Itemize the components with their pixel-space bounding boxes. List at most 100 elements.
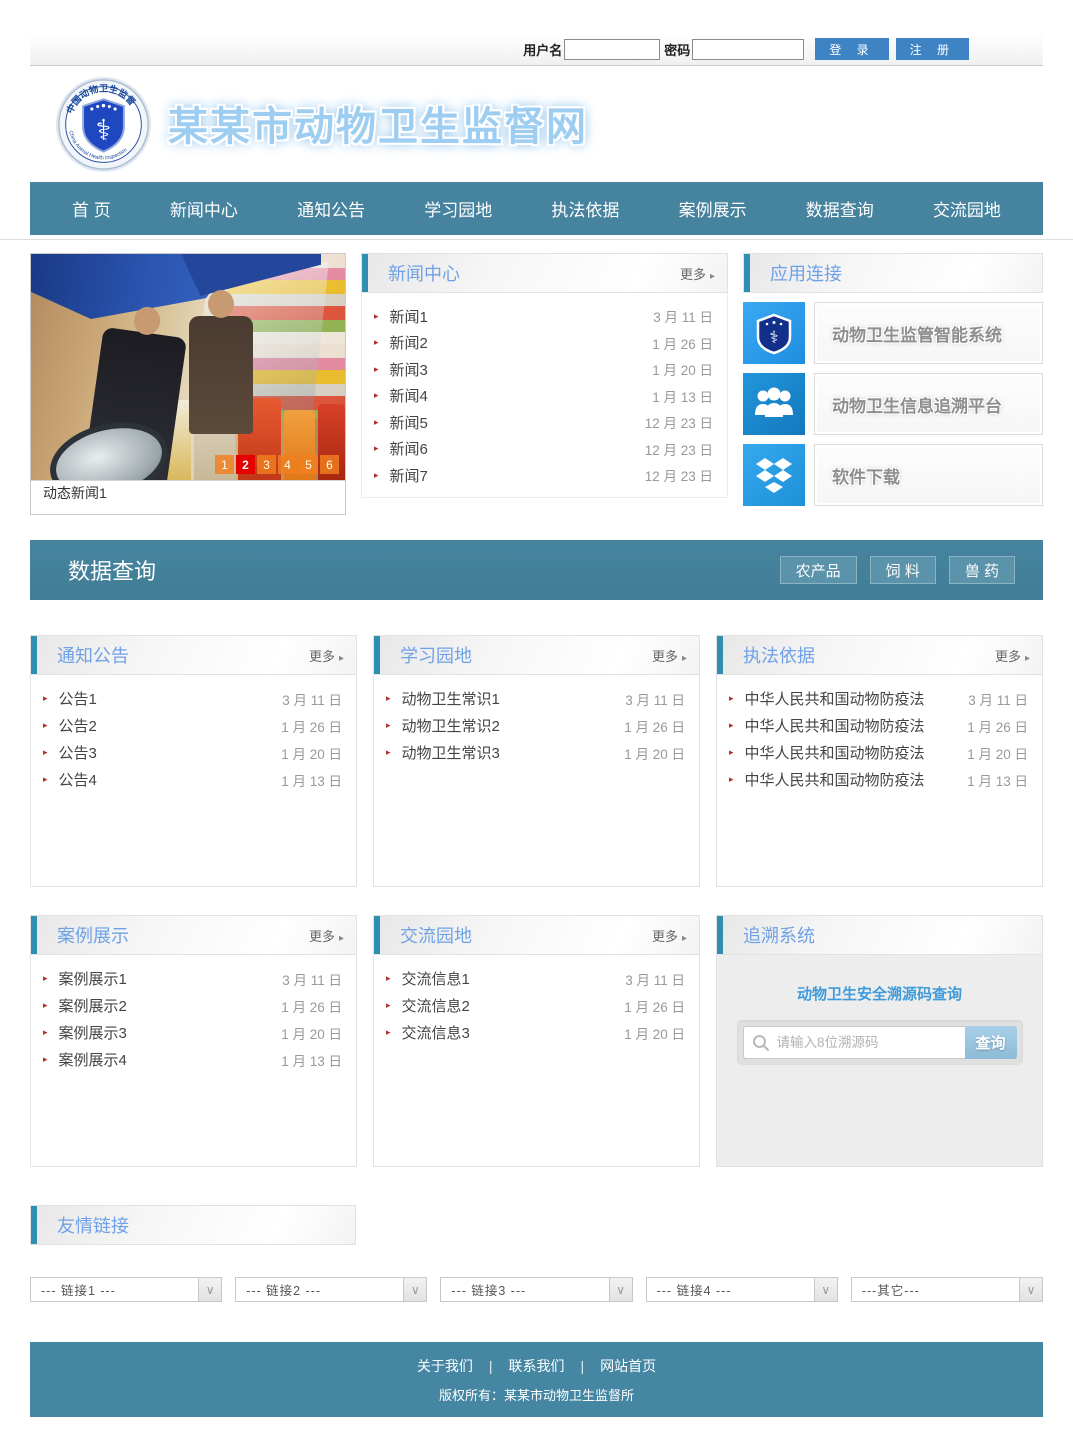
bullet-arrow-icon: ▸ [43,1000,48,1010]
friend-link-select-3[interactable]: --- 链接3 --- ∨ [440,1277,633,1302]
study-panel: 学习园地 更多 ▸ ▸ 动物卫生常识1 3 月 11 日 ▸ 动物卫生常识2 1 月 26… [373,635,700,887]
nav-item-data-query[interactable]: 数据查询 [806,196,874,221]
trace-search-field[interactable] [742,1026,965,1059]
trace-search-button[interactable]: 查询 [964,1026,1017,1059]
nav-item-cases[interactable]: 案例展示 [679,196,747,221]
case-item[interactable]: ▸ 案例展示1 3 月 11 日 [31,965,356,992]
friend-link-select-1[interactable]: --- 链接1 --- ∨ [30,1277,223,1302]
friend-links-title: 友情链接 [57,1216,129,1236]
news-item[interactable]: ▸ 新闻6 12 月 23 日 [362,436,727,463]
chevron-down-icon: ∨ [608,1278,632,1301]
trace-heading-link[interactable]: 动物卫生安全溯源码查询 [717,955,1042,1004]
study-item[interactable]: ▸ 动物卫生常识3 1 月 20 日 [374,739,699,766]
law-item[interactable]: ▸ 中华人民共和国动物防疫法 1 月 26 日 [717,712,1042,739]
trace-code-input[interactable] [776,1035,957,1050]
password-input[interactable] [692,38,805,60]
news-item[interactable]: ▸ 新闻3 1 月 20 日 [362,356,727,383]
news-item[interactable]: ▸ 新闻1 3 月 11 日 [362,303,727,330]
app-link-label-box[interactable]: 软件下载 [814,444,1043,506]
username-input[interactable] [564,38,661,60]
bullet-arrow-icon: ▸ [374,443,379,454]
friend-links-header: 友情链接 [30,1205,356,1245]
friend-link-select-other[interactable]: ---其它--- ∨ [850,1277,1044,1302]
login-button[interactable]: 登 录 [815,38,889,60]
exchange-item[interactable]: ▸ 交流信息1 3 月 11 日 [374,965,699,992]
notice-item[interactable]: ▸ 公告1 3 月 11 日 [31,685,356,712]
exchange-more-link[interactable]: 更多 ▸ [652,926,687,945]
law-more-link[interactable]: 更多 ▸ [995,646,1030,665]
law-item[interactable]: ▸ 中华人民共和国动物防疫法 1 月 20 日 [717,739,1042,766]
carousel-page-button[interactable]: 5 [299,455,318,474]
chevron-down-icon: ∨ [403,1278,427,1301]
bullet-arrow-icon: ▸ [729,747,734,757]
more-arrow-icon: ▸ [681,932,687,944]
app-link-label-box[interactable]: 动物卫生信息追溯平台 [814,373,1043,435]
case-item[interactable]: ▸ 案例展示2 1 月 26 日 [31,992,356,1019]
news-carousel[interactable]: 1 2 3 4 5 6 动态新闻1 [30,253,346,515]
footer-about-link[interactable]: 关于我们 [417,1356,473,1376]
more-arrow-icon: ▸ [338,652,344,664]
friend-link-select-4[interactable]: --- 链接4 --- ∨ [645,1277,838,1302]
footer-home-link[interactable]: 网站首页 [600,1356,656,1376]
law-item[interactable]: ▸ 中华人民共和国动物防疫法 3 月 11 日 [717,685,1042,712]
nav-item-exchange[interactable]: 交流园地 [933,196,1001,221]
nav-item-notice[interactable]: 通知公告 [297,196,365,221]
news-item[interactable]: ▸ 新闻2 1 月 26 日 [362,330,727,357]
svg-text:⚕: ⚕ [96,115,112,147]
bullet-arrow-icon: ▸ [374,337,379,348]
case-item[interactable]: ▸ 案例展示4 1 月 13 日 [31,1046,356,1073]
nav-item-news[interactable]: 新闻中心 [170,196,238,221]
main-nav: 首 页 新闻中心 通知公告 学习园地 执法依据 案例展示 数据查询 交流园地 [30,182,1043,235]
news-item[interactable]: ▸ 新闻7 12 月 23 日 [362,462,727,489]
law-title: 执法依据 [743,646,815,666]
download-box-icon [743,444,805,506]
app-link-trace-platform[interactable]: 动物卫生信息追溯平台 [743,373,1043,435]
footer-contact-link[interactable]: 联系我们 [509,1356,565,1376]
app-links-title: 应用连接 [770,264,842,284]
site-header: 中国动物卫生监督 China Animal Health Inspection … [30,66,1043,182]
study-item[interactable]: ▸ 动物卫生常识1 3 月 11 日 [374,685,699,712]
carousel-page-button-active[interactable]: 2 [236,455,255,474]
news-item[interactable]: ▸ 新闻5 12 月 23 日 [362,409,727,436]
bullet-arrow-icon: ▸ [729,693,734,703]
nav-item-home[interactable]: 首 页 [72,196,111,221]
exchange-item[interactable]: ▸ 交流信息2 1 月 26 日 [374,992,699,1019]
study-more-link[interactable]: 更多 ▸ [652,646,687,665]
app-link-software-download[interactable]: 软件下载 [743,444,1043,506]
chevron-down-icon: ∨ [198,1278,222,1301]
register-button[interactable]: 注 册 [895,38,969,60]
notice-item[interactable]: ▸ 公告4 1 月 13 日 [31,766,356,793]
study-title: 学习园地 [400,646,472,666]
bullet-arrow-icon: ▸ [374,416,379,427]
bullet-arrow-icon: ▸ [729,774,734,784]
carousel-page-button[interactable]: 6 [320,455,339,474]
study-item[interactable]: ▸ 动物卫生常识2 1 月 26 日 [374,712,699,739]
notice-more-link[interactable]: 更多 ▸ [309,646,344,665]
cases-more-link[interactable]: 更多 ▸ [309,926,344,945]
veterinary-drug-button[interactable]: 兽 药 [948,556,1015,584]
panel-row-1: 通知公告 更多 ▸ ▸ 公告1 3 月 11 日 ▸ 公告2 1 月 26 日 ▸ 公告3 1… [30,635,1043,887]
nav-item-law[interactable]: 执法依据 [551,196,619,221]
carousel-photo[interactable]: 1 2 3 4 5 6 [31,254,345,480]
nav-item-study[interactable]: 学习园地 [424,196,492,221]
carousel-page-button[interactable]: 3 [257,455,276,474]
agri-product-button[interactable]: 农产品 [779,556,857,584]
exchange-item[interactable]: ▸ 交流信息3 1 月 20 日 [374,1019,699,1046]
login-bar: 用户名 密码 登 录 注 册 [30,33,1043,66]
more-arrow-icon: ▸ [681,652,687,664]
carousel-page-button[interactable]: 1 [215,455,234,474]
chevron-down-icon: ∨ [1019,1278,1043,1301]
feed-button[interactable]: 饲 料 [869,556,936,584]
carousel-page-button[interactable]: 4 [278,455,297,474]
app-link-label-box[interactable]: 动物卫生监管智能系统 [814,302,1043,364]
notice-item[interactable]: ▸ 公告3 1 月 20 日 [31,739,356,766]
friend-link-select-2[interactable]: --- 链接2 --- ∨ [235,1277,428,1302]
law-item[interactable]: ▸ 中华人民共和国动物防疫法 1 月 13 日 [717,766,1042,793]
news-item[interactable]: ▸ 新闻4 1 月 13 日 [362,383,727,410]
case-item[interactable]: ▸ 案例展示3 1 月 20 日 [31,1019,356,1046]
carousel-caption[interactable]: 动态新闻1 [31,480,345,505]
news-more-link[interactable]: 更多 ▸ [680,264,715,283]
notice-item[interactable]: ▸ 公告2 1 月 26 日 [31,712,356,739]
bullet-arrow-icon: ▸ [386,720,391,730]
app-link-smart-system[interactable]: ⚕ 动物卫生监管智能系统 [743,302,1043,364]
